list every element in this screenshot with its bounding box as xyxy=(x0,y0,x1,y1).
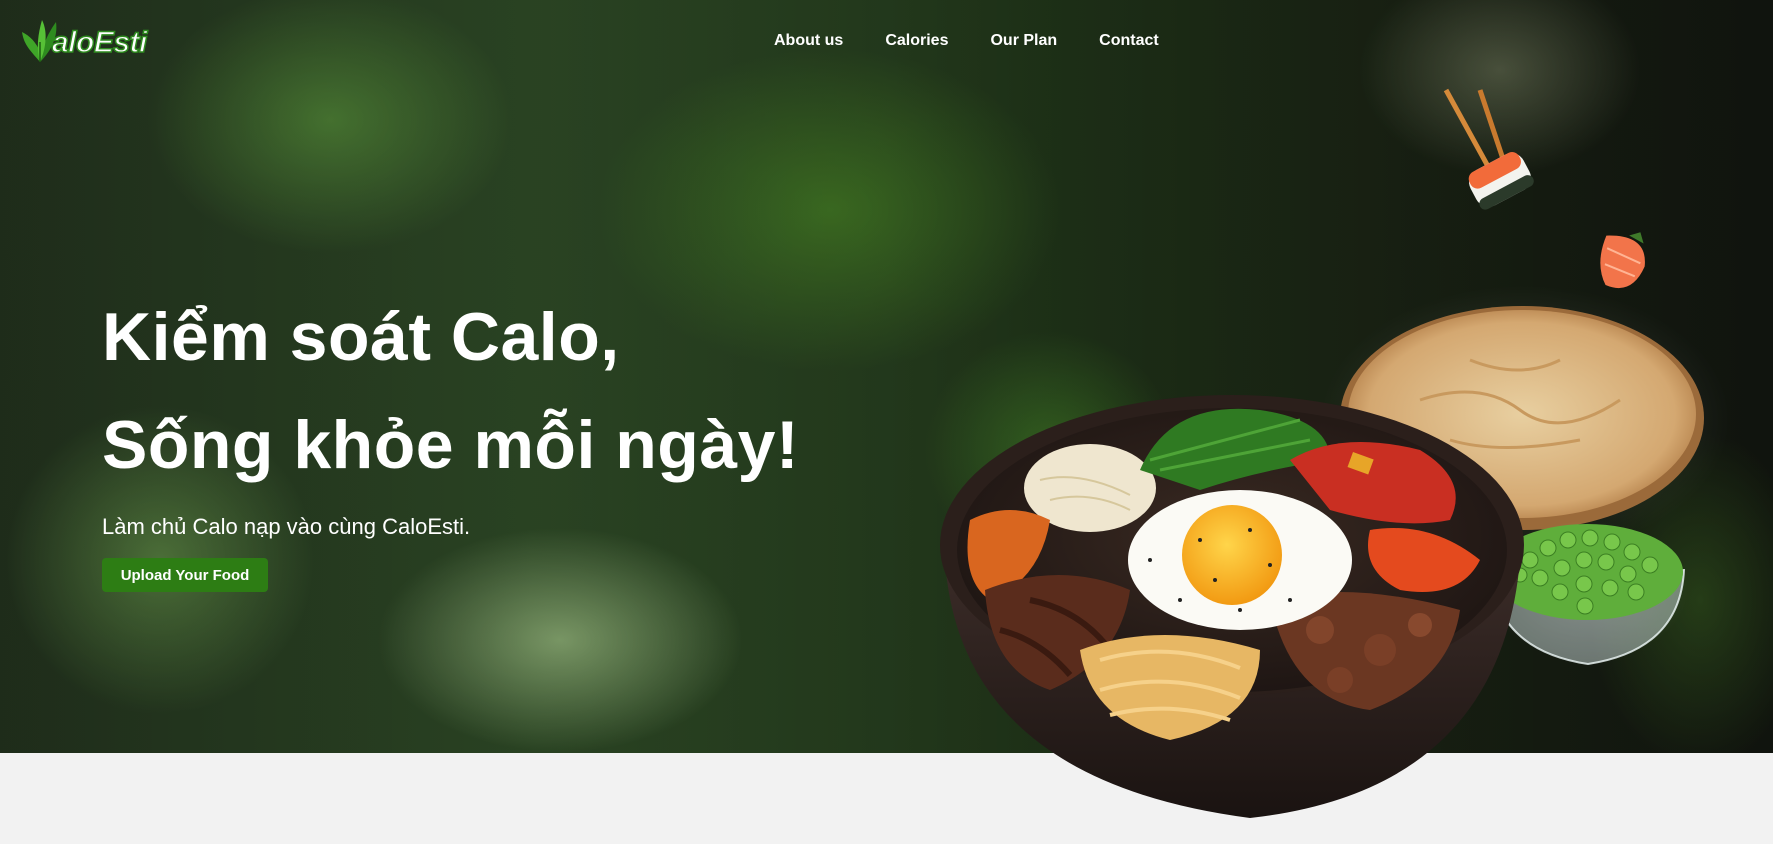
hero-shade-overlay xyxy=(0,0,1773,753)
nav-link-calories[interactable]: Calories xyxy=(885,32,948,50)
main-nav: About us Calories Our Plan Contact xyxy=(774,32,1159,50)
nav-link-our-plan[interactable]: Our Plan xyxy=(990,32,1057,50)
nav-link-contact[interactable]: Contact xyxy=(1099,32,1159,50)
hero-title-line-1: Kiểm soát Calo, xyxy=(102,299,620,375)
brand-logo[interactable]: aloEsti xyxy=(18,16,148,64)
hero-title-line-2: Sống khỏe mỗi ngày! xyxy=(102,407,800,483)
hero-background xyxy=(0,0,1773,753)
logo-text: aloEsti xyxy=(51,25,148,60)
nav-link-about-us[interactable]: About us xyxy=(774,32,843,50)
upload-food-button[interactable]: Upload Your Food xyxy=(102,558,268,592)
hero-subtitle: Làm chủ Calo nạp vào cùng CaloEsti. xyxy=(102,514,471,539)
